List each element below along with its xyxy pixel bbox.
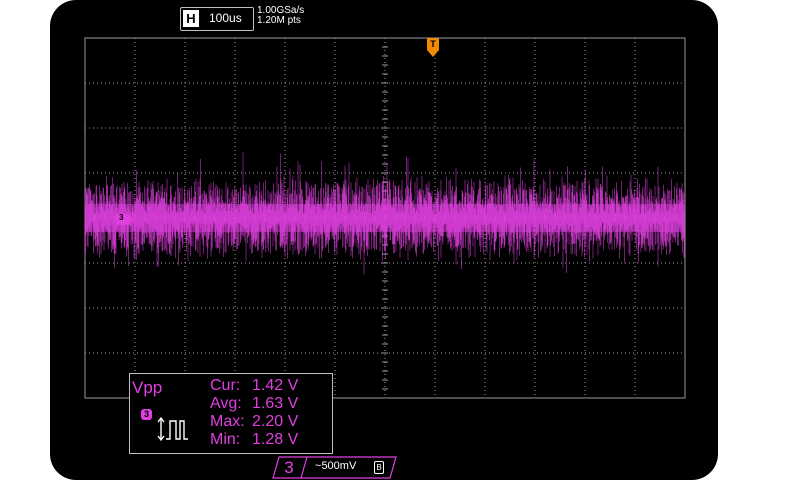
memory-depth: 1.20M pts [257,15,301,26]
channel-marker-label: 3 [119,213,124,222]
measurement-value: 1.28 V [252,431,299,448]
measurement-label: Min: [210,431,241,448]
measurement-label: Avg: [210,395,242,412]
channel-number: 3 [284,458,294,477]
channel-scale-value: 500mV [321,460,357,472]
channel-offset-marker[interactable]: 3 [116,212,134,230]
measurement-panel[interactable]: Vpp 3 Cur: 1.42 V Avg: 1.63 V Max: 2.20 … [129,373,333,454]
measurement-value: 1.63 V [252,395,299,412]
timebase-tag: H [183,10,199,27]
measurement-row-cur: Cur: 1.42 V [210,377,298,395]
channel-status-bar[interactable]: 3 ~500mV B [271,456,397,479]
measurement-row-max: Max: 2.20 V [210,413,298,431]
measurement-label: Cur: [210,377,241,394]
measurement-channel-badge: 3 [141,409,152,420]
timebase-indicator[interactable]: H 100us [180,7,254,31]
scope-screen: H 100us 1.00GSa/s 1.20M pts T 3 Vpp 3 Cu… [50,0,718,480]
measurement-label: Max: [210,413,245,430]
trace-dense-band [85,204,685,232]
bandwidth-limit-icon: B [374,461,384,474]
measurement-value: 2.20 V [252,413,299,430]
acquisition-info: 1.00GSa/s 1.20M pts [257,6,304,26]
timebase-value: 100us [209,11,242,25]
measurement-row-min: Min: 1.28 V [210,431,298,449]
trigger-marker-label: T [430,39,436,49]
trigger-position-marker[interactable]: T [427,38,439,63]
measurement-value: 1.42 V [252,377,299,394]
channel-scale: ~500mV [315,460,356,472]
measurement-name: Vpp [132,378,163,397]
peak-to-peak-icon [157,416,188,442]
measurement-row-avg: Avg: 1.63 V [210,395,298,413]
